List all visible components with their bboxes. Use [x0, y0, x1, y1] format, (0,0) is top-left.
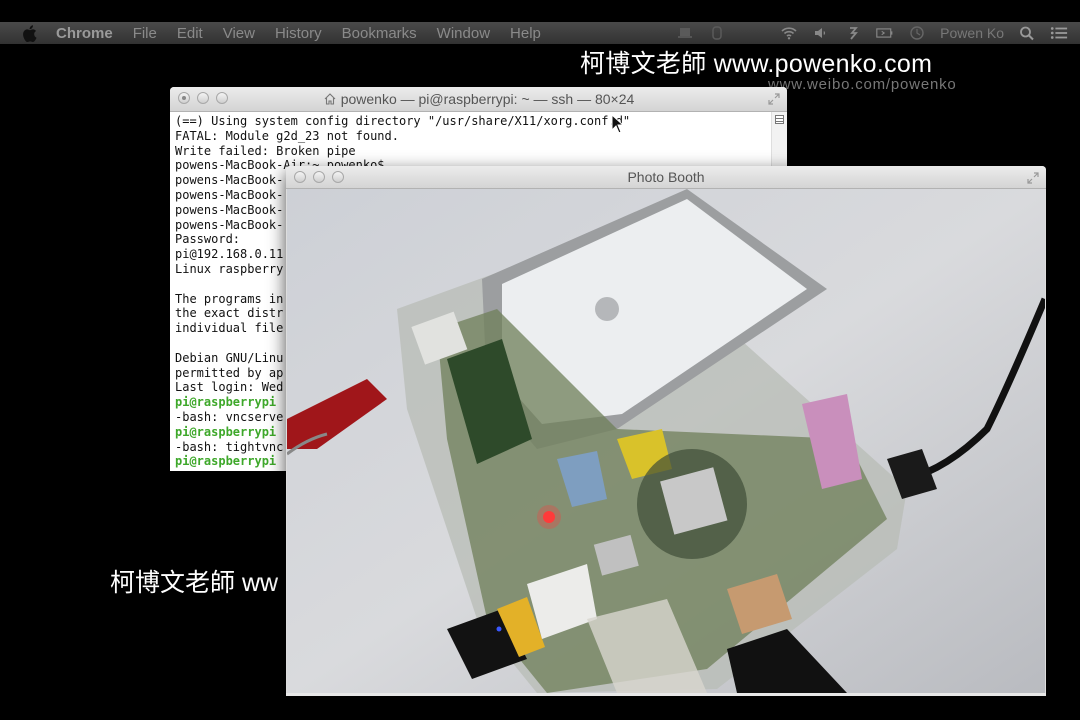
menu-bar: Chrome File Edit View History Bookmarks … [0, 22, 1080, 44]
terminal-line: (==) Using system config directory "/usr… [175, 114, 631, 128]
apple-icon [22, 24, 36, 42]
minimize-button[interactable] [313, 171, 325, 183]
photobooth-titlebar[interactable]: Photo Booth [286, 166, 1046, 189]
fullscreen-icon[interactable] [767, 92, 781, 106]
watermark-weibo: www.weibo.com/powenko [768, 76, 957, 93]
menu-help[interactable]: Help [510, 25, 541, 42]
fullscreen-icon[interactable] [1026, 171, 1040, 185]
terminal-title: powenko — pi@raspberrypi: ~ — ssh — 80×2… [340, 91, 635, 107]
camera-preview [287, 189, 1045, 693]
menu-history[interactable]: History [275, 25, 322, 42]
menu-bookmarks[interactable]: Bookmarks [342, 25, 417, 42]
photobooth-bottom-bar [286, 693, 1046, 696]
terminal-titlebar[interactable]: powenko — pi@raspberrypi: ~ — ssh — 80×2… [170, 87, 787, 112]
photobooth-window[interactable]: Photo Booth [286, 166, 1046, 696]
user-name[interactable]: Powen Ko [940, 25, 1004, 41]
close-button[interactable] [294, 171, 306, 183]
close-button[interactable] [178, 92, 190, 104]
terminal-line: Write failed: Broken pipe [175, 143, 356, 158]
skype-icon[interactable] [708, 25, 726, 41]
watermark-bottom: 柯博文老師 ww [110, 569, 279, 597]
terminal-line: FATAL: Module g2d_23 not found. [175, 128, 399, 143]
apple-menu[interactable] [20, 24, 38, 42]
watermark-top: 柯博文老師 www.powenko.com [580, 50, 933, 78]
clock-icon[interactable] [908, 25, 926, 41]
raspberry-pi-photo [287, 189, 1045, 693]
menu-view[interactable]: View [223, 25, 255, 42]
menu-file[interactable]: File [133, 25, 157, 42]
minimize-button[interactable] [197, 92, 209, 104]
menu-edit[interactable]: Edit [177, 25, 203, 42]
scrollbar-thumb[interactable] [775, 115, 784, 124]
menu-window[interactable]: Window [437, 25, 490, 42]
spotlight-search-icon[interactable] [1018, 25, 1036, 41]
zoom-button[interactable] [332, 171, 344, 183]
home-icon [324, 93, 336, 105]
zoom-button[interactable] [216, 92, 228, 104]
notification-center-icon[interactable] [1050, 25, 1068, 41]
volume-icon[interactable] [812, 25, 830, 41]
photobooth-title: Photo Booth [627, 169, 705, 185]
time-machine-icon[interactable] [844, 25, 862, 41]
battery-icon[interactable] [876, 25, 894, 41]
wifi-icon[interactable] [780, 25, 798, 41]
dropbox-icon[interactable] [676, 25, 694, 41]
mouse-cursor-icon [611, 114, 623, 134]
menu-app-chrome[interactable]: Chrome [56, 25, 113, 42]
